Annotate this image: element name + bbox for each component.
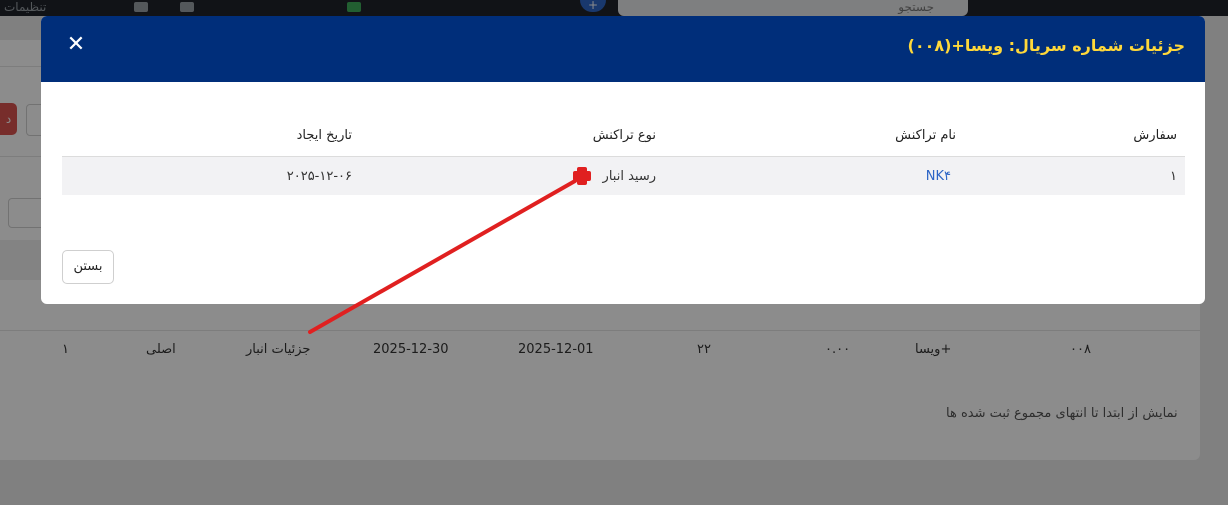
annotation-line [308,179,577,334]
annotation-arrow [308,167,591,334]
